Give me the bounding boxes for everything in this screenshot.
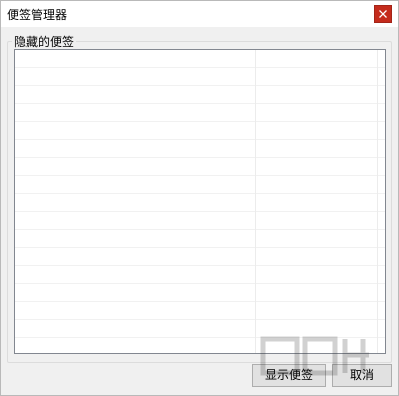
list-item[interactable] xyxy=(15,212,385,230)
hidden-notes-group-label: 隐藏的便签 xyxy=(12,33,77,50)
list-item[interactable] xyxy=(15,68,385,86)
list-item[interactable] xyxy=(15,320,385,338)
list-item[interactable] xyxy=(15,338,385,353)
list-item[interactable] xyxy=(15,140,385,158)
title-bar: 便签管理器 xyxy=(1,1,398,27)
list-item[interactable] xyxy=(15,176,385,194)
scrollbar-separator xyxy=(377,50,378,353)
list-item[interactable] xyxy=(15,86,385,104)
note-manager-window: 便签管理器 隐藏的便签 显示便签 取消 xyxy=(0,0,399,396)
hidden-notes-list[interactable] xyxy=(14,49,386,354)
list-rows xyxy=(15,50,385,353)
close-icon xyxy=(379,10,387,18)
column-separator xyxy=(255,50,256,353)
list-item[interactable] xyxy=(15,122,385,140)
list-item[interactable] xyxy=(15,104,385,122)
list-item[interactable] xyxy=(15,230,385,248)
show-note-button[interactable]: 显示便签 xyxy=(252,364,326,387)
list-item[interactable] xyxy=(15,284,385,302)
window-title: 便签管理器 xyxy=(7,8,68,22)
list-item[interactable] xyxy=(15,194,385,212)
list-item[interactable] xyxy=(15,302,385,320)
list-item[interactable] xyxy=(15,158,385,176)
cancel-button[interactable]: 取消 xyxy=(332,364,392,387)
list-item[interactable] xyxy=(15,50,385,68)
list-item[interactable] xyxy=(15,248,385,266)
list-item[interactable] xyxy=(15,266,385,284)
close-button[interactable] xyxy=(374,5,392,23)
